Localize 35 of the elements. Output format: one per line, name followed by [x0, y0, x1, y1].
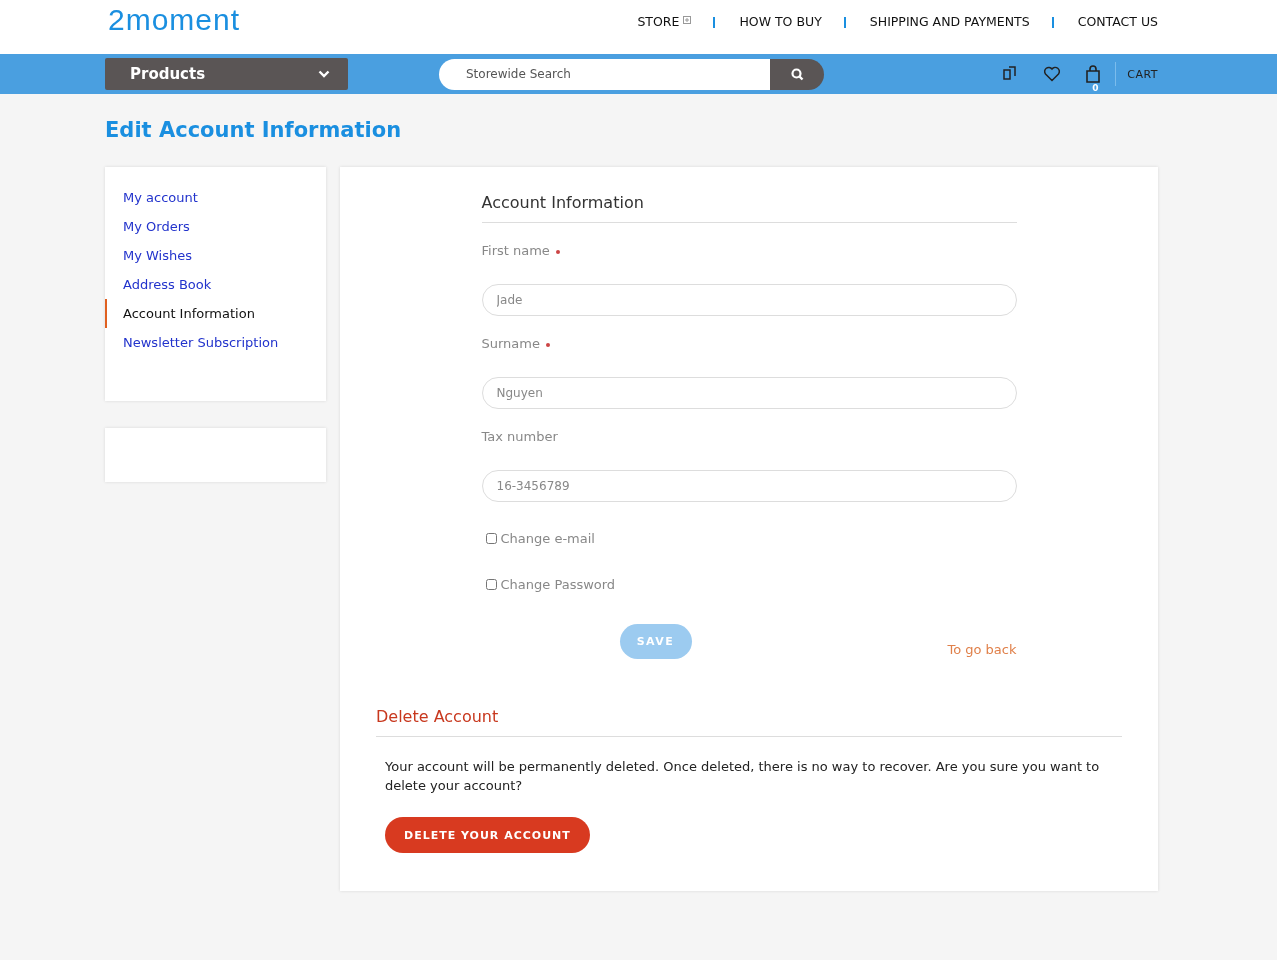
nav-link[interactable]: SHIPPING AND PAYMENTS: [869, 14, 1030, 30]
field-label: Surname: [481, 336, 540, 351]
checkbox-label: Change Password: [500, 576, 616, 592]
nav-link[interactable]: HOW TO BUY: [739, 14, 822, 30]
shopping-bag-icon[interactable]: [1085, 65, 1102, 83]
sidebar-item[interactable]: Account Information: [105, 299, 326, 328]
nav-link[interactable]: CONTACT US: [1077, 14, 1158, 30]
warning-text: Your account will be permanently deleted. Once deleted, there is no way to recover. Are you sure you want to delete your account?: [385, 758, 1101, 795]
expand-icon[interactable]: [683, 16, 692, 24]
field-label: Tax number: [481, 429, 558, 444]
cart-count: 0: [1092, 83, 1099, 93]
section-title: Delete Account: [376, 707, 1122, 737]
chevron-down-icon: [318, 70, 330, 78]
search-button[interactable]: [770, 58, 824, 90]
input-field[interactable]: 16-3456789: [481, 470, 1017, 502]
checkbox-label: Change e-mail: [500, 530, 595, 546]
page-title: Edit Account Information: [105, 118, 403, 142]
field-label: First name: [481, 243, 550, 258]
sidebar-item[interactable]: Address Book: [105, 270, 326, 299]
search-icon: [790, 67, 804, 81]
nav-link[interactable]: STORE: [637, 14, 680, 30]
heart-icon[interactable]: [1043, 66, 1062, 82]
sidebar-item[interactable]: My Wishes: [105, 241, 326, 270]
section-title: Account Information: [481, 193, 1017, 223]
sidebar-item[interactable]: My Orders: [105, 212, 326, 241]
delete-account-button[interactable]: DELETE YOUR ACCOUNT: [385, 817, 590, 853]
sidebar-item[interactable]: My account: [105, 183, 326, 212]
checkbox[interactable]: [485, 532, 497, 544]
sidebar-item[interactable]: Newsletter Subscription: [105, 328, 326, 357]
search-field[interactable]: Storewide Search: [439, 58, 770, 90]
input-field[interactable]: Nguyen: [481, 377, 1017, 409]
checkbox[interactable]: [485, 578, 497, 590]
input-field[interactable]: Jade: [481, 284, 1017, 316]
cart-link[interactable]: CART: [1127, 67, 1158, 81]
products-dropdown[interactable]: Products: [105, 58, 348, 90]
